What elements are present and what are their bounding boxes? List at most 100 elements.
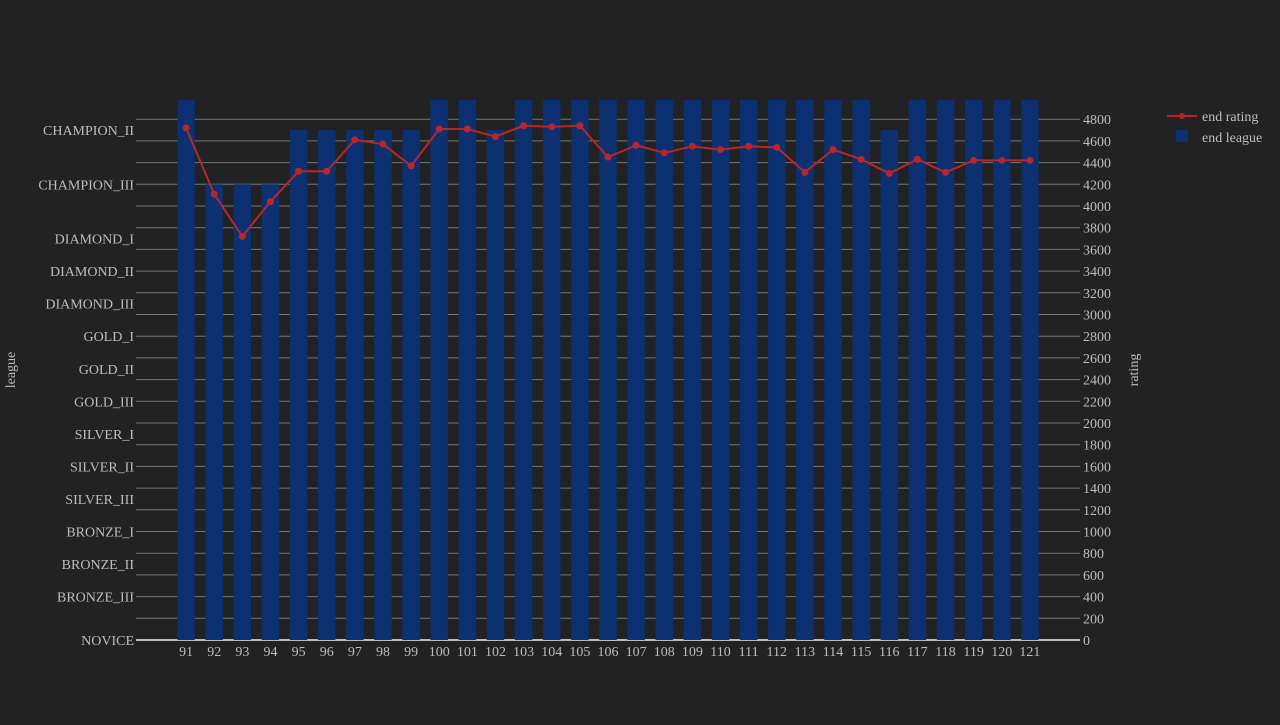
right-tick-label: 4800 xyxy=(1083,113,1111,128)
x-tick-label: 116 xyxy=(879,645,899,660)
legend-label-league: end league xyxy=(1202,131,1262,146)
rating-point xyxy=(998,156,1006,164)
x-tick-label: 95 xyxy=(292,645,306,660)
x-tick-label: 97 xyxy=(348,645,362,660)
right-tick-label: 2200 xyxy=(1083,395,1111,410)
x-tick-label: 100 xyxy=(429,645,450,660)
rating-point xyxy=(210,190,218,198)
right-tick-label: 200 xyxy=(1083,612,1104,627)
right-tick-label: 1000 xyxy=(1083,526,1111,541)
bars xyxy=(177,100,1039,640)
rating-point xyxy=(1026,156,1034,164)
left-axis: NOVICE BRONZE_III BRONZE_II BRONZE_I SILVER_… xyxy=(38,124,134,649)
legend-label-rating: end rating xyxy=(1202,110,1258,125)
x-tick-label: 110 xyxy=(710,645,730,660)
right-axis: 0 200 400 600 800 1000 1200 1400 1600 1800 2000 220… xyxy=(1083,113,1111,649)
x-tick-label: 118 xyxy=(935,645,955,660)
rating-point xyxy=(801,168,809,176)
rating-point xyxy=(238,232,246,240)
rating-point xyxy=(548,123,556,131)
bar xyxy=(514,100,533,640)
bar xyxy=(1021,100,1039,640)
bar xyxy=(571,100,589,640)
bar xyxy=(739,100,758,640)
bar xyxy=(908,100,927,640)
rating-point xyxy=(942,168,950,176)
left-tick-label: BRONZE_I xyxy=(66,526,134,541)
left-tick-label: DIAMOND_III xyxy=(45,298,134,313)
rating-point xyxy=(351,136,359,144)
x-tick-label: 120 xyxy=(991,645,1012,660)
right-tick-label: 4200 xyxy=(1083,178,1111,193)
right-tick-label: 2800 xyxy=(1083,330,1111,345)
bar xyxy=(880,130,899,640)
x-tick-label: 104 xyxy=(541,645,562,660)
x-tick-label: 107 xyxy=(626,645,647,660)
rating-point xyxy=(323,167,331,175)
right-tick-label: 1800 xyxy=(1083,439,1111,454)
x-axis: 91 92 93 94 95 96 97 98 99 100 101 102 103 104 105 106 1… xyxy=(179,645,1040,660)
bar xyxy=(486,130,505,640)
right-axis-title: rating xyxy=(1127,354,1142,387)
right-tick-label: 2400 xyxy=(1083,374,1111,389)
right-tick-label: 3200 xyxy=(1083,287,1111,302)
left-tick-label: SILVER_II xyxy=(70,460,134,475)
left-tick-label: SILVER_III xyxy=(65,493,134,508)
bar xyxy=(796,100,814,640)
right-tick-label: 2000 xyxy=(1083,417,1111,432)
x-tick-label: 103 xyxy=(513,645,534,660)
x-tick-label: 115 xyxy=(851,645,871,660)
left-tick-label: GOLD_III xyxy=(74,395,134,410)
rating-point xyxy=(379,140,387,148)
bar xyxy=(627,100,645,640)
x-tick-label: 92 xyxy=(207,645,221,660)
rating-point xyxy=(913,155,921,163)
rating-point xyxy=(632,141,640,149)
right-tick-label: 2600 xyxy=(1083,352,1111,367)
x-tick-label: 114 xyxy=(823,645,843,660)
rating-point xyxy=(717,146,725,154)
right-tick-label: 600 xyxy=(1083,569,1104,584)
bar xyxy=(852,100,870,640)
right-tick-label: 1200 xyxy=(1083,504,1111,519)
rating-point xyxy=(295,167,303,175)
left-tick-label: CHAMPION_II xyxy=(43,124,134,139)
x-tick-label: 99 xyxy=(404,645,418,660)
x-tick-label: 93 xyxy=(235,645,249,660)
left-tick-label: NOVICE xyxy=(81,634,134,649)
right-tick-label: 400 xyxy=(1083,591,1104,606)
rating-point xyxy=(435,125,443,133)
bar xyxy=(402,130,420,640)
x-tick-label: 112 xyxy=(767,645,787,660)
rating-point xyxy=(745,142,753,150)
right-tick-label: 0 xyxy=(1083,634,1090,649)
x-tick-label: 119 xyxy=(963,645,983,660)
x-tick-label: 111 xyxy=(739,645,759,660)
rating-point xyxy=(491,133,499,141)
x-tick-label: 91 xyxy=(179,645,193,660)
rating-point xyxy=(829,146,837,154)
rating-point xyxy=(463,125,471,133)
left-tick-label: DIAMOND_II xyxy=(50,265,134,280)
rating-point xyxy=(773,143,781,151)
rating-point xyxy=(660,149,668,157)
x-tick-label: 121 xyxy=(1019,645,1040,660)
x-tick-label: 98 xyxy=(376,645,390,660)
left-tick-label: SILVER_I xyxy=(75,428,135,443)
left-tick-label: GOLD_II xyxy=(79,363,135,378)
rating-point xyxy=(688,142,696,150)
right-tick-label: 3400 xyxy=(1083,265,1111,280)
left-tick-label: CHAMPION_III xyxy=(38,178,134,193)
right-tick-label: 1600 xyxy=(1083,460,1111,475)
bar xyxy=(768,100,786,640)
x-tick-label: 96 xyxy=(320,645,334,660)
bar xyxy=(964,100,983,640)
bar xyxy=(993,100,1011,640)
x-tick-label: 105 xyxy=(569,645,590,660)
bar xyxy=(936,100,955,640)
bar xyxy=(317,130,336,640)
bar xyxy=(346,130,364,640)
right-tick-label: 3600 xyxy=(1083,243,1111,258)
x-tick-label: 101 xyxy=(457,645,478,660)
right-tick-label: 4000 xyxy=(1083,200,1111,215)
